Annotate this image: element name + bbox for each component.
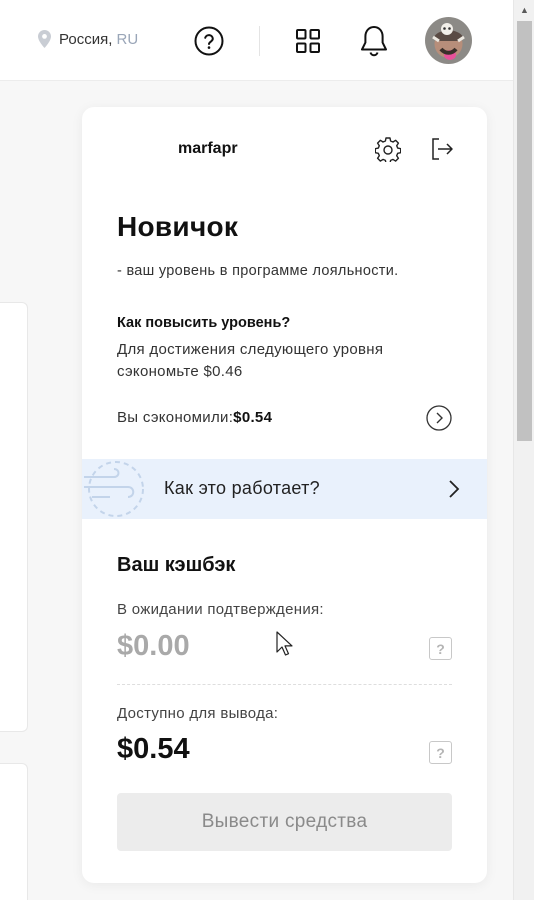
gear-icon bbox=[374, 137, 402, 165]
pending-label: В ожидании подтверждения: bbox=[117, 601, 324, 618]
loyalty-level-title: Новичок bbox=[117, 211, 239, 242]
header-divider bbox=[259, 26, 260, 56]
mouse-cursor-icon bbox=[276, 631, 293, 656]
grid-icon bbox=[296, 29, 320, 53]
scrollbar-thumb[interactable] bbox=[517, 21, 532, 441]
header-avatar[interactable] bbox=[425, 17, 472, 64]
location-code: RU bbox=[116, 30, 139, 48]
scroll-up-arrow-icon[interactable]: ▲ bbox=[514, 0, 534, 20]
cashback-title: Ваш кэшбэк bbox=[117, 554, 236, 576]
how-to-level-up-title: Как повысить уровень? bbox=[117, 315, 291, 331]
withdraw-button[interactable]: Вывести средства bbox=[117, 793, 452, 851]
username: marfapr bbox=[178, 140, 238, 157]
profile-dropdown-panel: marfapr Новичок - ваш уровень в программ… bbox=[82, 107, 487, 883]
avatar-image bbox=[425, 17, 472, 64]
background-card bbox=[0, 302, 28, 732]
cashback-divider bbox=[117, 684, 452, 685]
saved-value: $0.54 bbox=[233, 409, 273, 426]
saved-amount: Вы сэкономили:$0.54 bbox=[117, 409, 272, 426]
apps-button[interactable] bbox=[295, 28, 321, 54]
loyalty-level-description: - ваш уровень в программе лояльности. bbox=[117, 263, 399, 279]
pending-help-icon[interactable]: ? bbox=[429, 637, 452, 660]
notifications-button[interactable] bbox=[359, 24, 389, 58]
question-circle-icon bbox=[194, 26, 224, 56]
location-country: Россия, bbox=[59, 30, 113, 48]
location-label: Россия, RU bbox=[59, 31, 138, 48]
chevron-right-icon bbox=[449, 480, 460, 498]
available-label: Доступно для вывода: bbox=[117, 705, 279, 722]
top-header: Россия, RU bbox=[0, 0, 513, 81]
location-selector[interactable]: Россия, RU bbox=[38, 30, 138, 48]
how-it-works-label: Как это работает? bbox=[164, 478, 320, 498]
help-button[interactable] bbox=[194, 26, 224, 56]
settings-button[interactable] bbox=[374, 136, 402, 165]
saved-label: Вы сэкономили: bbox=[117, 409, 234, 426]
savings-details-button[interactable] bbox=[426, 405, 452, 431]
vertical-scrollbar[interactable]: ▲ bbox=[513, 0, 534, 900]
logout-button[interactable] bbox=[429, 136, 455, 162]
chevron-right-circle-icon bbox=[426, 405, 452, 431]
pending-value: $0.00 bbox=[117, 630, 190, 662]
how-it-works-banner[interactable]: Как это работает? bbox=[82, 459, 487, 519]
location-pin-icon bbox=[38, 30, 51, 48]
available-help-icon[interactable]: ? bbox=[429, 741, 452, 764]
wind-decoration-icon bbox=[84, 461, 144, 517]
available-value: $0.54 bbox=[117, 733, 190, 765]
logout-icon bbox=[432, 138, 453, 160]
background-card bbox=[0, 763, 28, 900]
bell-icon bbox=[361, 26, 387, 57]
how-to-level-up-text: Для достижения следующего уровня сэконом… bbox=[117, 341, 384, 380]
